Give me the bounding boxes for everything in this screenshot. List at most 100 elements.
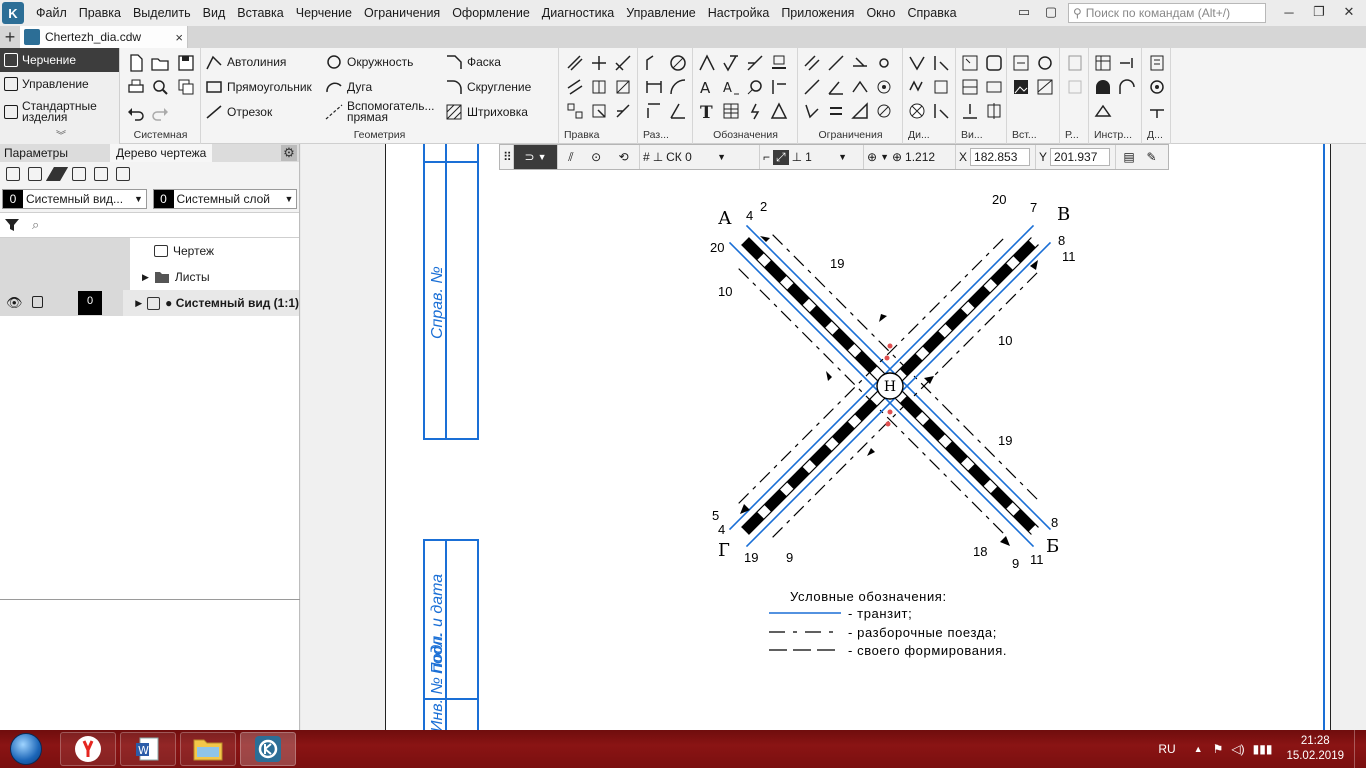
diagnostics-2-icon[interactable]: [932, 54, 950, 72]
layer-visibility-icon[interactable]: ⊙: [591, 150, 601, 164]
close-window-icon[interactable]: ✕: [1338, 3, 1360, 21]
diagnostics-6-icon[interactable]: [932, 102, 950, 120]
concentric-icon[interactable]: [875, 78, 893, 96]
report-2-icon[interactable]: [1066, 78, 1084, 96]
menu-drawing[interactable]: Черчение: [290, 0, 358, 26]
chevron-down-icon[interactable]: ▼: [838, 152, 847, 162]
view-assoc-icon[interactable]: [985, 54, 1003, 72]
constraint-list-icon[interactable]: [875, 102, 893, 120]
layout-toggle-icon[interactable]: ▢: [1040, 3, 1062, 21]
mode-drawing[interactable]: Черчение: [0, 48, 119, 72]
menu-constraints[interactable]: Ограничения: [358, 0, 446, 26]
document-tab[interactable]: Chertezh_dia.cdw ×: [20, 26, 188, 48]
view-break-icon[interactable]: [985, 102, 1003, 120]
minimize-icon[interactable]: ─: [1278, 3, 1300, 21]
menu-diagnostics[interactable]: Диагностика: [536, 0, 620, 26]
tree-export-icon[interactable]: [116, 167, 130, 181]
diagnostics-3-icon[interactable]: [908, 78, 926, 96]
snap-magnet-button[interactable]: ⊃ ▼: [514, 145, 558, 169]
tree-3d-icon[interactable]: [72, 167, 86, 181]
tree-row-drawing[interactable]: Чертеж: [0, 238, 299, 264]
parallel-icon[interactable]: [803, 54, 821, 72]
menu-management[interactable]: Управление: [620, 0, 702, 26]
deform-icon[interactable]: [590, 102, 608, 120]
report-icon[interactable]: [1066, 54, 1084, 72]
network-icon[interactable]: ▮▮▮: [1253, 742, 1273, 756]
view-create-icon[interactable]: [961, 54, 979, 72]
text-T-icon[interactable]: T: [698, 102, 716, 120]
taskbar-word[interactable]: W: [120, 732, 176, 766]
angle-dim-icon[interactable]: [669, 102, 687, 120]
tangent-icon[interactable]: [851, 102, 869, 120]
segment-button[interactable]: Отрезок: [205, 102, 272, 122]
restore-icon[interactable]: ❐: [1308, 3, 1330, 21]
tray-expand-icon[interactable]: ▲: [1194, 744, 1203, 754]
flag-icon[interactable]: ⚑: [1213, 742, 1224, 756]
copy-objects-icon[interactable]: [614, 102, 632, 120]
scale-icon[interactable]: [614, 78, 632, 96]
menu-insert[interactable]: Вставка: [231, 0, 289, 26]
insert-fragment-icon[interactable]: [1012, 54, 1030, 72]
circle-button[interactable]: Окружность: [325, 52, 413, 72]
filter-icon[interactable]: [0, 213, 24, 237]
menu-help[interactable]: Справка: [902, 0, 963, 26]
undo-icon[interactable]: [127, 104, 145, 122]
symmetry-icon[interactable]: [851, 78, 869, 96]
chevron-down-icon[interactable]: ▼: [717, 152, 726, 162]
new-document-icon[interactable]: [127, 54, 145, 72]
tree-view-icon[interactable]: [6, 167, 20, 181]
diameter-dim-icon[interactable]: [669, 54, 687, 72]
fix-point-icon[interactable]: [875, 54, 893, 72]
visibility-eye-icon[interactable]: 👁: [6, 295, 23, 311]
menu-format[interactable]: Оформление: [446, 0, 536, 26]
taskbar-explorer[interactable]: [180, 732, 236, 766]
tree-layers-icon[interactable]: [28, 167, 42, 181]
diagnostics-1-icon[interactable]: [908, 54, 926, 72]
layer-select[interactable]: 0 Системный слой ▼: [152, 189, 297, 209]
equal-icon[interactable]: [827, 102, 845, 120]
tool-shape2-icon[interactable]: [1118, 78, 1136, 96]
rectangle-button[interactable]: Прямоугольник: [205, 77, 312, 97]
expand-arrow-icon[interactable]: ▶: [135, 298, 142, 309]
table-icon[interactable]: [722, 102, 740, 120]
tree-image-icon[interactable]: [94, 167, 108, 181]
view-select[interactable]: 0 Системный вид... ▼: [2, 189, 147, 209]
tree-row-sheets[interactable]: ▶ Листы: [0, 264, 299, 290]
horizontal-icon[interactable]: [851, 54, 869, 72]
show-desktop-button[interactable]: [1354, 730, 1366, 768]
menu-edit[interactable]: Правка: [73, 0, 127, 26]
trim-icon[interactable]: [566, 54, 584, 72]
print-icon[interactable]: [127, 78, 145, 96]
split-icon[interactable]: [614, 54, 632, 72]
leader-icon[interactable]: [698, 54, 716, 72]
tool-calc-icon[interactable]: [1094, 54, 1112, 72]
menu-settings[interactable]: Настройка: [702, 0, 776, 26]
new-tab-button[interactable]: +: [0, 26, 20, 48]
arc-button[interactable]: Дуга: [325, 77, 372, 97]
doc-manager-icon[interactable]: [1148, 54, 1166, 72]
view-refresh-icon[interactable]: ⟲: [619, 150, 629, 164]
roughness-icon[interactable]: [722, 54, 740, 72]
toolbar-grip[interactable]: ⠿: [500, 145, 514, 169]
open-folder-icon[interactable]: [151, 54, 169, 72]
view-detail-icon[interactable]: [985, 78, 1003, 96]
zoom-window-icon[interactable]: ⊕: [867, 150, 877, 164]
aux-line-button[interactable]: Вспомогатель... прямая: [325, 99, 437, 125]
cut-line-icon[interactable]: [746, 102, 764, 120]
coincident-icon[interactable]: [803, 102, 821, 120]
fillet-button[interactable]: Скругление: [445, 77, 531, 97]
tab-parameters[interactable]: Параметры: [0, 144, 72, 162]
tree-row-system-view[interactable]: 👁 0 ▶ ● Системный вид (1:1): [0, 290, 299, 316]
menu-select[interactable]: Выделить: [127, 0, 197, 26]
tab-drawing-tree[interactable]: Дерево чертежа: [109, 144, 213, 162]
tolerance-icon[interactable]: [770, 78, 788, 96]
drawing-canvas[interactable]: Справ. № Подп. и дата Инв. № подл. Н А В…: [301, 144, 1366, 730]
extend-icon[interactable]: [590, 54, 608, 72]
linear-dim-icon[interactable]: [645, 54, 663, 72]
insert-object-icon[interactable]: [1036, 78, 1054, 96]
collinear-icon[interactable]: [827, 54, 845, 72]
base-icon[interactable]: [746, 54, 764, 72]
taskbar-kompas[interactable]: [240, 732, 296, 766]
expand-arrow-icon[interactable]: ▶: [142, 272, 149, 283]
tool-library-icon[interactable]: [1094, 102, 1112, 120]
